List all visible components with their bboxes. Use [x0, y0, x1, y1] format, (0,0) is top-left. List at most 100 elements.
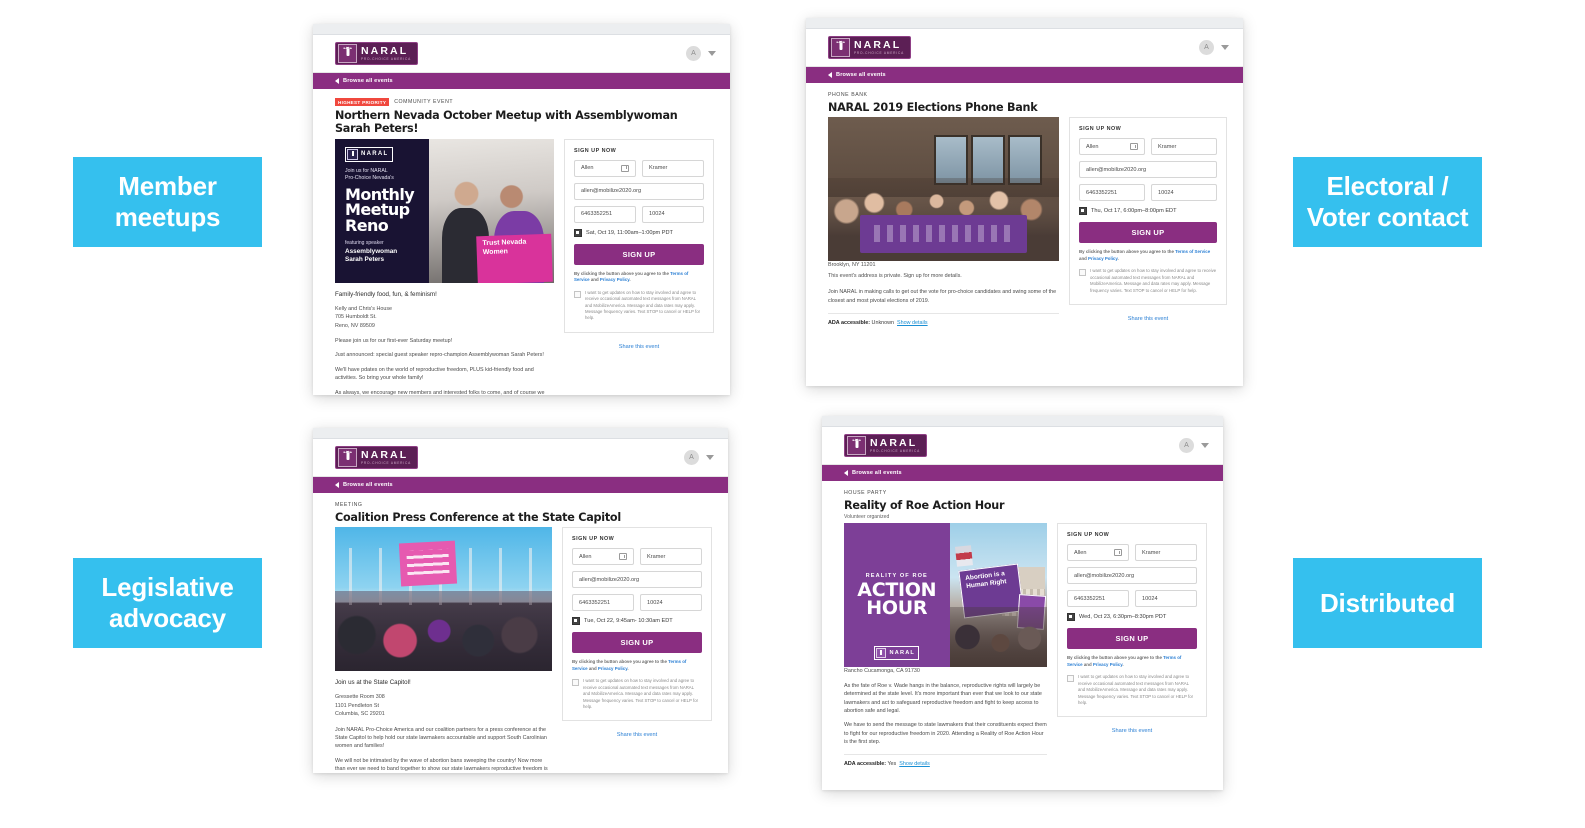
hero-photo: Trust Nevada Women	[429, 138, 554, 283]
terms-prefix: By clicking the button above you agree t…	[1079, 249, 1176, 255]
browse-all-events-bar[interactable]: Browse all events	[313, 477, 728, 493]
event-time-checkbox-row[interactable]: Tue, Oct 22, 9:45am- 10:30am EDT	[572, 617, 702, 626]
terms-suffix: .	[627, 665, 629, 671]
browse-all-events-bar[interactable]: Browse all events	[822, 465, 1223, 481]
event-meta-row: PHONE BANK	[828, 92, 1227, 98]
signup-button[interactable]: SIGN UP	[1079, 222, 1217, 244]
event-time-checkbox-row[interactable]: Thu, Oct 17, 6:00pm–8:00pm EDT	[1079, 207, 1217, 216]
browse-all-events-label: Browse all events	[836, 72, 886, 78]
terms-of-service-link[interactable]: Terms of Service	[1175, 249, 1210, 254]
email-input[interactable]: allen@mobilize2020.org	[574, 182, 704, 200]
first-name-value: Allen	[581, 165, 594, 172]
event-time-checkbox-row[interactable]: Sat, Oct 19, 11:00am–1:00pm PDT	[574, 228, 704, 237]
show-details-link[interactable]: Show details	[899, 761, 930, 767]
zip-input[interactable]: 10024	[642, 205, 704, 223]
contacts-icon[interactable]	[619, 553, 627, 561]
event-address: Gressette Room 308 1101 Pendleton St Col…	[335, 694, 385, 718]
event-paragraph: As always, we encourage new members and …	[335, 389, 545, 396]
zip-input[interactable]: 10024	[640, 594, 702, 612]
contacts-icon[interactable]	[621, 164, 629, 172]
contacts-icon[interactable]	[1130, 143, 1138, 151]
share-event-link[interactable]: Share this event	[1057, 728, 1207, 734]
privacy-policy-link[interactable]: Privacy Policy	[1093, 662, 1122, 667]
chevron-down-icon[interactable]	[1201, 443, 1209, 448]
category-label-text: Legislative advocacy	[101, 572, 234, 633]
chevron-down-icon[interactable]	[706, 455, 714, 460]
contacts-icon[interactable]	[1114, 549, 1122, 557]
share-event-link[interactable]: Share this event	[1069, 316, 1227, 322]
checkbox-checked-icon[interactable]	[572, 617, 580, 626]
event-paragraph: Just announced: special guest speaker re…	[335, 352, 544, 359]
checkbox-checked-icon[interactable]	[574, 228, 582, 237]
phone-input[interactable]: 6463352251	[1079, 184, 1145, 202]
first-name-input[interactable]: Allen	[572, 548, 634, 566]
share-event-link[interactable]: Share this event	[562, 732, 712, 738]
checkbox-checked-icon[interactable]	[1079, 207, 1087, 216]
sms-optin-row[interactable]: I want to get updates on how to stay inv…	[1079, 268, 1217, 294]
email-input[interactable]: allen@mobilize2020.org	[1079, 161, 1217, 179]
last-name-value: Kramer	[649, 165, 668, 172]
checkbox-checked-icon[interactable]	[1067, 613, 1075, 622]
sms-optin-text: I want to get updates on how to stay inv…	[585, 289, 701, 321]
browser-chrome-bar	[806, 18, 1243, 29]
first-name-input[interactable]: Allen	[1079, 138, 1145, 156]
last-name-value: Kramer	[1158, 143, 1177, 150]
avatar[interactable]: A	[684, 450, 699, 465]
last-name-input[interactable]: Kramer	[1151, 138, 1217, 156]
signup-form: SIGN UP NOW Allen Kramer allen@mobilize2…	[562, 527, 712, 722]
last-name-input[interactable]: Kramer	[1135, 544, 1197, 562]
sms-optin-row[interactable]: I want to get updates on how to stay inv…	[574, 290, 704, 322]
avatar[interactable]: A	[686, 46, 701, 61]
chevron-down-icon[interactable]	[1221, 45, 1229, 50]
signup-button[interactable]: SIGN UP	[574, 243, 704, 265]
signup-button[interactable]: SIGN UP	[572, 632, 702, 654]
avatar[interactable]: A	[1199, 40, 1214, 55]
terms-and: and	[1079, 255, 1089, 261]
naral-logo[interactable]: NARAL PRO-CHOICE AMERICA	[335, 42, 418, 65]
privacy-policy-link[interactable]: Privacy Policy	[600, 277, 629, 282]
email-input[interactable]: allen@mobilize2020.org	[1067, 567, 1197, 585]
share-event-link[interactable]: Share this event	[564, 344, 714, 350]
email-input[interactable]: allen@mobilize2020.org	[572, 571, 702, 589]
first-name-input[interactable]: Allen	[1067, 544, 1129, 562]
page-title: Northern Nevada October Meetup with Asse…	[335, 109, 678, 136]
event-page-body: HOUSE PARTY Reality of Roe Action Hour V…	[822, 481, 1223, 767]
avatar[interactable]: A	[1179, 438, 1194, 453]
chevron-down-icon[interactable]	[708, 51, 716, 56]
show-details-link[interactable]: Show details	[897, 320, 928, 326]
first-name-value: Allen	[1086, 143, 1099, 150]
event-meta-row: HIGHEST PRIORITY COMMUNITY EVENT	[335, 98, 714, 106]
event-time-checkbox-row[interactable]: Wed, Oct 23, 6:30pm–8:30pm PDT	[1067, 613, 1197, 622]
event-meta-row: MEETING	[335, 502, 712, 508]
first-name-input[interactable]: Allen	[574, 159, 636, 177]
account-menu[interactable]: A	[686, 46, 716, 61]
checkbox-unchecked-icon[interactable]	[572, 679, 579, 687]
phone-input[interactable]: 6463352251	[572, 594, 634, 612]
checkbox-unchecked-icon[interactable]	[1079, 269, 1086, 277]
event-page-card-legislative-advocacy: NARAL PRO-CHOICE AMERICA A Browse all ev…	[313, 428, 728, 773]
naral-logo[interactable]: NARAL PRO-CHOICE AMERICA	[828, 36, 911, 59]
privacy-policy-link[interactable]: Privacy Policy	[598, 666, 627, 671]
browse-all-events-bar[interactable]: Browse all events	[313, 73, 730, 89]
naral-logo[interactable]: NARAL PRO-CHOICE AMERICA	[844, 434, 927, 457]
account-menu[interactable]: A	[684, 450, 714, 465]
terms-notice: By clicking the button above you agree t…	[572, 659, 702, 672]
sms-optin-row[interactable]: I want to get updates on how to stay inv…	[1067, 674, 1197, 706]
last-name-input[interactable]: Kramer	[642, 159, 704, 177]
checkbox-unchecked-icon[interactable]	[574, 290, 581, 298]
category-label-text: Distributed	[1319, 587, 1456, 618]
zip-input[interactable]: 10024	[1135, 590, 1197, 608]
zip-input[interactable]: 10024	[1151, 184, 1217, 202]
sms-optin-row[interactable]: I want to get updates on how to stay inv…	[572, 678, 702, 710]
privacy-policy-link[interactable]: Privacy Policy	[1088, 256, 1117, 261]
account-menu[interactable]: A	[1199, 40, 1229, 55]
signup-button[interactable]: SIGN UP	[1067, 628, 1197, 650]
phone-input[interactable]: 6463352251	[1067, 590, 1129, 608]
last-name-input[interactable]: Kramer	[640, 548, 702, 566]
checkbox-unchecked-icon[interactable]	[1067, 675, 1074, 683]
browse-all-events-bar[interactable]: Browse all events	[806, 67, 1243, 83]
naral-logo[interactable]: NARAL PRO-CHOICE AMERICA	[335, 446, 418, 469]
phone-input[interactable]: 6463352251	[574, 205, 636, 223]
arrow-left-icon	[335, 482, 339, 488]
account-menu[interactable]: A	[1179, 438, 1209, 453]
